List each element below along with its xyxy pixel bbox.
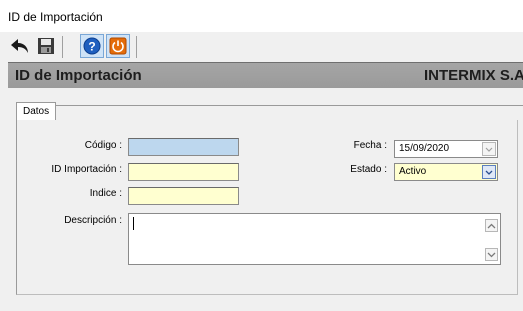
- estado-select[interactable]: Activo: [394, 163, 498, 181]
- title-bar: ID de Importación: [0, 0, 523, 32]
- toolbar-separator: [62, 36, 63, 58]
- back-arrow-icon: [11, 39, 28, 53]
- codigo-field[interactable]: [128, 138, 239, 156]
- help-question-icon: ?: [83, 37, 101, 55]
- power-icon: [109, 37, 127, 55]
- tab-datos[interactable]: Datos: [16, 102, 56, 120]
- fecha-value: 15/09/2020: [399, 143, 450, 154]
- chevron-up-icon: [487, 223, 496, 228]
- company-name: INTERMIX S.A: [424, 67, 523, 84]
- estado-label: Estado :: [350, 164, 387, 175]
- descripcion-textarea[interactable]: [128, 213, 501, 265]
- text-caret: [133, 217, 134, 230]
- help-button[interactable]: ?: [80, 34, 104, 58]
- tab-content-datos: Código : ID Importación : Indice : Descr…: [16, 120, 518, 295]
- estado-dropdown-button[interactable]: [482, 165, 496, 179]
- floppy-disk-icon: [38, 38, 54, 54]
- back-button[interactable]: [8, 34, 32, 58]
- tab-underline: [56, 105, 523, 106]
- save-button[interactable]: [34, 34, 58, 58]
- toolbar-separator: [136, 36, 137, 58]
- fecha-label: Fecha :: [353, 140, 387, 151]
- power-button[interactable]: [106, 34, 130, 58]
- indice-field[interactable]: [128, 187, 239, 205]
- window-title: ID de Importación: [8, 10, 103, 24]
- codigo-label: Código :: [84, 140, 122, 151]
- form-panel: Datos Código : ID Importación : Indice :…: [8, 88, 523, 300]
- fecha-dropdown-button[interactable]: [482, 142, 496, 156]
- toolbar: ?: [0, 32, 523, 62]
- descripcion-label: Descripción :: [64, 215, 122, 226]
- id-importacion-field[interactable]: [128, 163, 239, 181]
- indice-label: Indice :: [89, 188, 122, 199]
- chevron-down-icon: [485, 147, 493, 152]
- scroll-up-button[interactable]: [485, 219, 498, 232]
- chevron-down-icon: [485, 170, 493, 175]
- chevron-down-icon: [487, 252, 496, 257]
- estado-value: Activo: [399, 166, 427, 177]
- scroll-down-button[interactable]: [485, 248, 498, 261]
- id-importacion-label: ID Importación :: [51, 164, 122, 175]
- form-header-title: ID de Importación: [15, 67, 142, 84]
- fecha-datepicker[interactable]: 15/09/2020: [394, 140, 498, 158]
- svg-text:?: ?: [88, 40, 95, 54]
- form-header: ID de Importación INTERMIX S.A: [8, 62, 523, 89]
